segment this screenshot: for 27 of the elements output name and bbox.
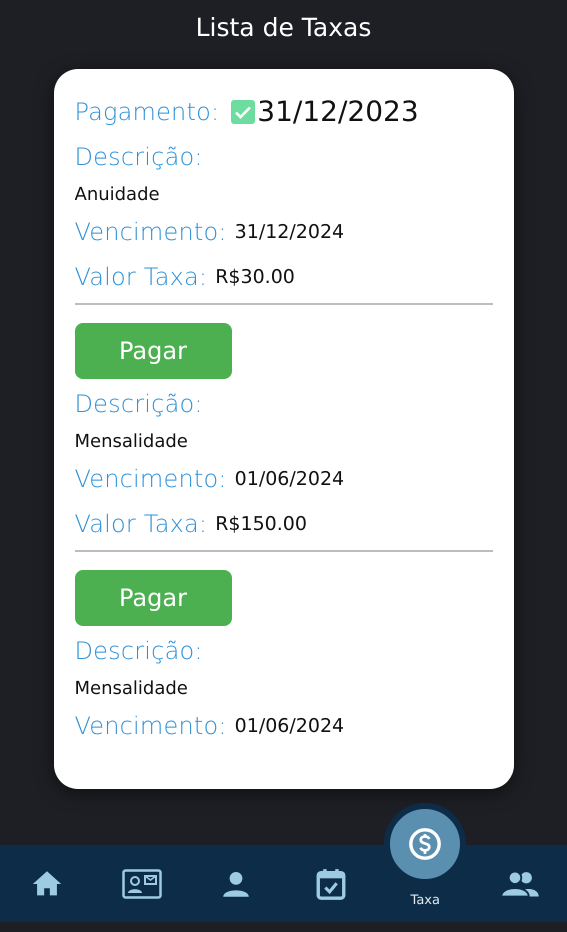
tab-label: Taxa xyxy=(410,893,440,908)
field-label: Descrição: xyxy=(74,142,203,170)
description-text: Mensalidade xyxy=(74,430,189,454)
dollar-icon xyxy=(408,827,442,861)
page-title: Lista de Taxas xyxy=(196,13,372,44)
field-label: Vencimento: xyxy=(74,464,227,492)
due-date: 31/12/2024 xyxy=(234,220,344,242)
amount-text: R$30.00 xyxy=(215,266,295,288)
tab-button[interactable] xyxy=(314,866,348,900)
field-label: Valor Taxa: xyxy=(74,262,208,290)
tab-button[interactable] xyxy=(122,868,162,900)
field-label: Descrição: xyxy=(74,390,203,418)
payment-date: 31/12/2023 xyxy=(257,95,419,128)
due-date: 01/06/2024 xyxy=(234,714,344,736)
due-date: 01/06/2024 xyxy=(234,468,344,490)
field-label: Vencimento: xyxy=(74,712,227,740)
amount-text: R$150.00 xyxy=(215,512,307,534)
calendar-check-icon xyxy=(314,866,348,900)
contact-card-icon xyxy=(122,868,162,900)
field-label: Pagamento: xyxy=(74,98,220,126)
field-label: Vencimento: xyxy=(74,218,227,246)
description-text: Anuidade xyxy=(74,182,161,206)
pay-button[interactable]: Pagar xyxy=(74,570,232,626)
field-label: Descrição: xyxy=(74,636,203,664)
pay-button[interactable]: Pagar xyxy=(74,323,232,379)
field-label: Valor Taxa: xyxy=(74,510,208,538)
description-text: Mensalidade xyxy=(74,676,189,700)
